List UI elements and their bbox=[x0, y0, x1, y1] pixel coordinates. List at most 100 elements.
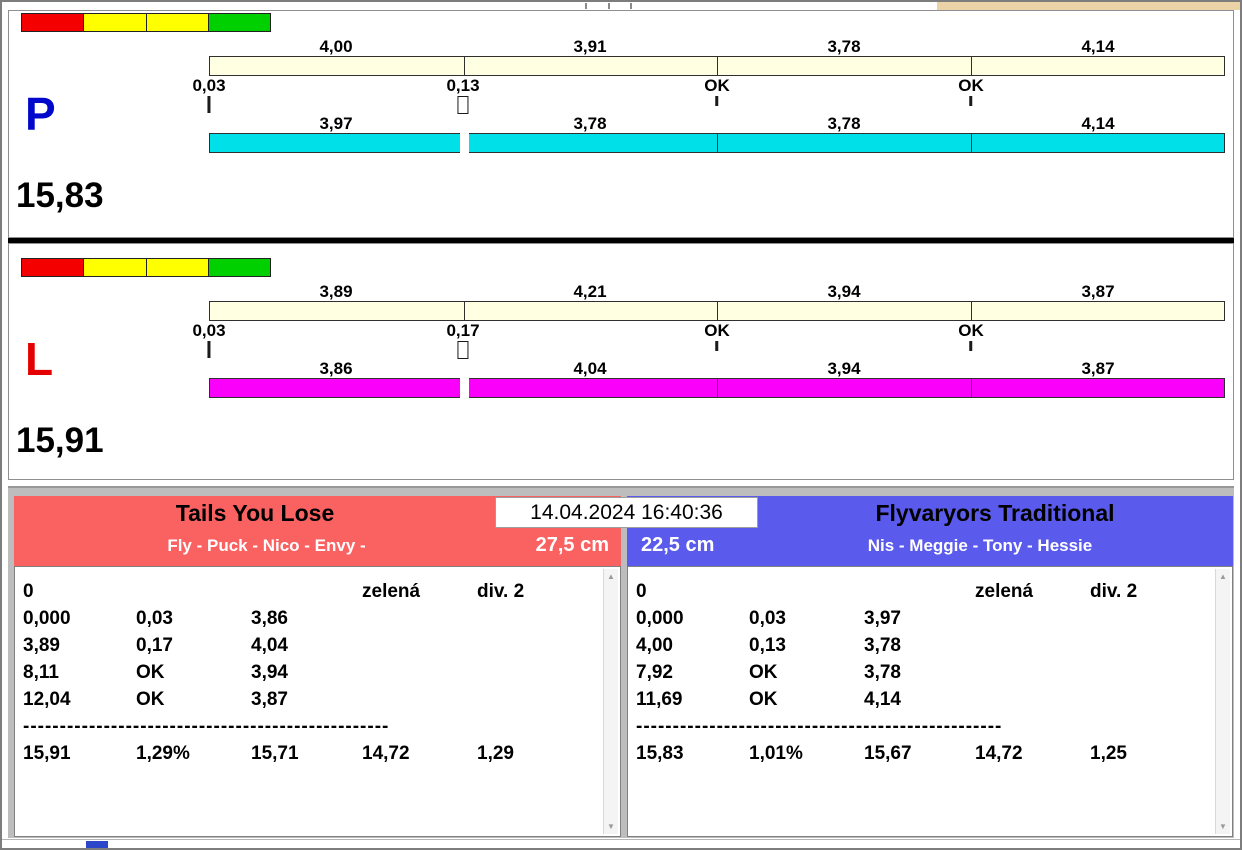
taskbar-accent bbox=[86, 841, 108, 849]
result-row: 4,00 0,13 3,78 bbox=[636, 632, 1232, 659]
lane-p-panel: P 15,83 4,00 3,91 3,78 4,14 0,03 0,13 bbox=[8, 10, 1234, 238]
scroll-up-icon[interactable]: ▲ bbox=[1216, 572, 1230, 581]
window-top-edge bbox=[2, 2, 1240, 10]
result-cell: 0,17 bbox=[136, 632, 251, 659]
tick-mark-line bbox=[716, 341, 719, 351]
split-time-label: 3,91 bbox=[573, 37, 606, 57]
result-cell: 4,14 bbox=[864, 686, 975, 713]
summary-cell: 15,67 bbox=[864, 740, 975, 767]
result-cell: 3,89 bbox=[23, 632, 136, 659]
lane-bars: 3,89 4,21 3,94 3,87 0,03 0,17 bbox=[209, 256, 1225, 406]
tick-mark-line bbox=[208, 341, 211, 358]
result-cell bbox=[975, 605, 1090, 632]
scroll-down-icon[interactable]: ▼ bbox=[604, 822, 618, 831]
tick-mark-line bbox=[208, 96, 211, 113]
summary-cell: 14,72 bbox=[362, 740, 477, 767]
tick-mark-box bbox=[458, 96, 469, 114]
result-cell: OK bbox=[749, 659, 864, 686]
result-cell: OK bbox=[136, 659, 251, 686]
result-cell: 0,03 bbox=[136, 605, 251, 632]
tick-label: 0,03 bbox=[192, 321, 225, 340]
tick: OK bbox=[704, 76, 730, 106]
result-cell: 3,78 bbox=[864, 632, 975, 659]
result-row: 11,69 OK 4,14 bbox=[636, 686, 1232, 713]
window-button-sliver bbox=[585, 3, 587, 9]
team-results-table: 0 zelená div. 2 0,000 0,03 3,97 4,00 0,1… bbox=[627, 566, 1233, 837]
split-time-label: 3,94 bbox=[827, 359, 860, 379]
summary-cell: 15,71 bbox=[251, 740, 362, 767]
lane-p-content: P 15,83 4,00 3,91 3,78 4,14 0,03 0,13 bbox=[9, 11, 1233, 237]
split-time-label: 3,86 bbox=[319, 359, 352, 379]
scroll-down-icon[interactable]: ▼ bbox=[1216, 822, 1230, 831]
result-cell bbox=[1090, 632, 1232, 659]
lane-letter: L bbox=[25, 336, 53, 382]
reference-bar bbox=[209, 301, 1225, 321]
split-time-label: 4,04 bbox=[573, 359, 606, 379]
result-row: 7,92 OK 3,78 bbox=[636, 659, 1232, 686]
result-cell: div. 2 bbox=[477, 578, 620, 605]
split-time-label: 4,00 bbox=[319, 37, 352, 57]
split-time-label: 3,78 bbox=[573, 114, 606, 134]
scrollbar[interactable]: ▲ ▼ bbox=[603, 569, 618, 834]
bar-separator bbox=[464, 302, 465, 320]
tick: 0,17 bbox=[446, 321, 479, 359]
measured-split-labels: 3,86 4,04 3,94 3,87 bbox=[209, 359, 1225, 377]
tick: OK bbox=[958, 76, 984, 106]
result-cell bbox=[477, 605, 620, 632]
split-time-label: 3,89 bbox=[319, 282, 352, 302]
result-cell: OK bbox=[136, 686, 251, 713]
tick: 0,03 bbox=[192, 76, 225, 113]
result-cell bbox=[1090, 686, 1232, 713]
bar-separator bbox=[971, 57, 972, 75]
split-time-label: 4,14 bbox=[1081, 114, 1114, 134]
lane-letter: P bbox=[25, 91, 56, 137]
result-cell: 8,11 bbox=[23, 659, 136, 686]
traffic-red-cell bbox=[22, 14, 83, 31]
tick-label: 0,13 bbox=[446, 76, 479, 95]
result-separator: ----------------------------------------… bbox=[23, 713, 403, 740]
scrollbar[interactable]: ▲ ▼ bbox=[1215, 569, 1230, 834]
result-cell: zelená bbox=[975, 578, 1090, 605]
team-members: Nis - Meggie - Tony - Hessie bbox=[727, 529, 1233, 566]
results-area: Tails You Lose Fly - Puck - Nico - Envy … bbox=[8, 486, 1234, 838]
tick: OK bbox=[958, 321, 984, 351]
bar-separator bbox=[971, 134, 972, 152]
result-cell: 12,04 bbox=[23, 686, 136, 713]
split-time-label: 3,78 bbox=[827, 37, 860, 57]
tick-label: OK bbox=[958, 76, 984, 95]
result-cell bbox=[749, 578, 864, 605]
result-cell: 0,03 bbox=[749, 605, 864, 632]
bar-separator bbox=[717, 302, 718, 320]
background-window-edge bbox=[937, 2, 1240, 10]
result-cell bbox=[251, 578, 362, 605]
scroll-up-icon[interactable]: ▲ bbox=[604, 572, 618, 581]
result-cell: 0,000 bbox=[23, 605, 136, 632]
result-row: 0 zelená div. 2 bbox=[23, 578, 620, 605]
bar-separator bbox=[971, 379, 972, 397]
tick-mark-line bbox=[970, 341, 973, 351]
lane-l-panel: L 15,91 3,89 4,21 3,94 3,87 0,03 0,17 bbox=[8, 243, 1234, 480]
team-name: Tails You Lose bbox=[14, 496, 496, 529]
bar-separator bbox=[717, 57, 718, 75]
result-cell bbox=[362, 605, 477, 632]
result-cell bbox=[362, 686, 477, 713]
bar-separator bbox=[717, 379, 718, 397]
tick-label: OK bbox=[704, 321, 730, 340]
split-time-label: 3,97 bbox=[319, 114, 352, 134]
tick-mark-box bbox=[458, 341, 469, 359]
tick: OK bbox=[704, 321, 730, 351]
result-cell: div. 2 bbox=[1090, 578, 1232, 605]
result-cell: 3,87 bbox=[251, 686, 362, 713]
reference-split-labels: 3,89 4,21 3,94 3,87 bbox=[209, 282, 1225, 300]
summary-cell: 1,29% bbox=[136, 740, 251, 767]
traffic-red-cell bbox=[22, 259, 83, 276]
timestamp-display: 14.04.2024 16:40:36 bbox=[495, 497, 758, 528]
tick-label: OK bbox=[704, 76, 730, 95]
result-cell: zelená bbox=[362, 578, 477, 605]
measured-split-labels: 3,97 3,78 3,78 4,14 bbox=[209, 114, 1225, 132]
split-time-label: 4,14 bbox=[1081, 37, 1114, 57]
split-time-label: 3,87 bbox=[1081, 282, 1114, 302]
measured-bar bbox=[209, 133, 1225, 153]
bar-separator bbox=[971, 302, 972, 320]
tick: 0,03 bbox=[192, 321, 225, 358]
